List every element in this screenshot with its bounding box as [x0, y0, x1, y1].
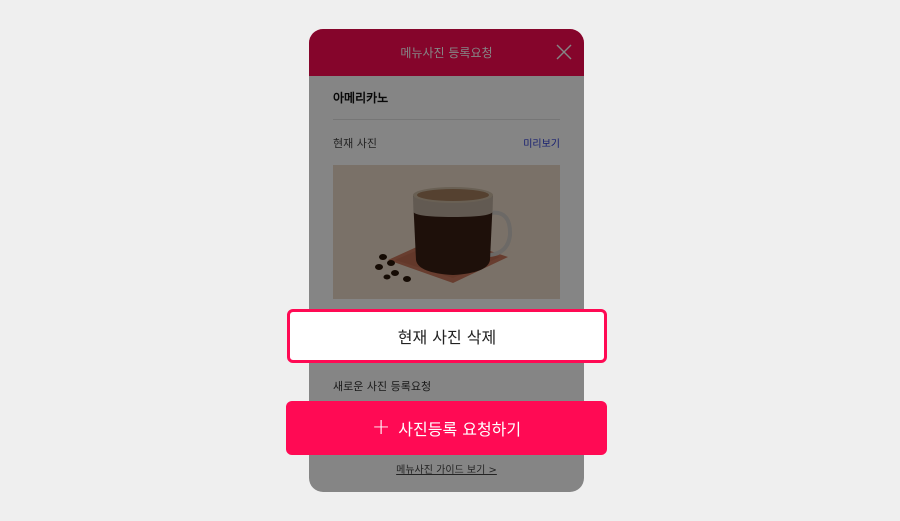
register-button-label: 사진등록 요청하기 — [398, 420, 522, 439]
delete-button-label: 현재 사진 삭제 — [397, 328, 497, 347]
delete-current-photo-button[interactable]: 현재 사진 삭제 — [287, 309, 607, 363]
request-photo-registration-button[interactable]: + 사진등록 요청하기 — [286, 401, 607, 455]
plus-icon: + — [371, 415, 391, 440]
